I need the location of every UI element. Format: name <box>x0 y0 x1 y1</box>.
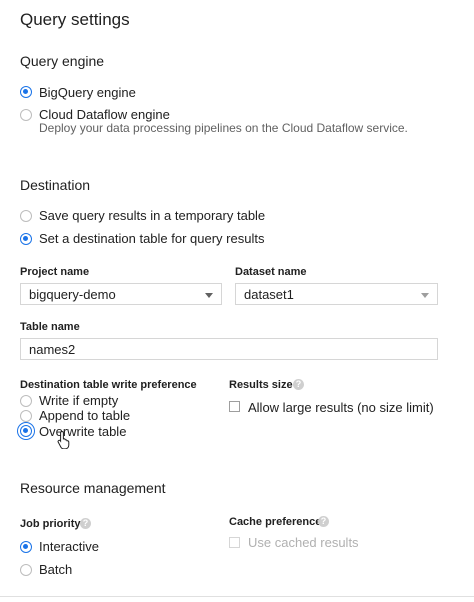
dataflow-engine-description: Deploy your data processing pipelines on… <box>39 121 408 135</box>
cache-preference-label: Cache preference <box>229 516 322 528</box>
interactive-label[interactable]: Interactive <box>39 539 99 554</box>
job-priority-label: Job priority <box>20 518 81 530</box>
project-name-value: bigquery-demo <box>29 287 116 302</box>
allow-large-results-label[interactable]: Allow large results (no size limit) <box>248 400 434 415</box>
write-if-empty-radio[interactable] <box>20 395 32 407</box>
bigquery-engine-radio[interactable] <box>20 86 32 98</box>
destination-heading: Destination <box>20 177 91 193</box>
use-cached-results-label: Use cached results <box>248 535 359 550</box>
project-name-select[interactable]: bigquery-demo <box>20 283 222 305</box>
query-engine-heading: Query engine <box>20 53 105 69</box>
dataset-name-value: dataset1 <box>244 287 294 302</box>
page-title: Query settings <box>20 10 130 29</box>
table-name-value: names2 <box>29 342 76 357</box>
temporary-table-label[interactable]: Save query results in a temporary table <box>39 208 265 223</box>
hand-cursor-icon <box>57 430 70 449</box>
destination-table-label[interactable]: Set a destination table for query result… <box>39 231 264 246</box>
dataflow-engine-label[interactable]: Cloud Dataflow engine <box>39 107 170 122</box>
dataflow-engine-radio[interactable] <box>20 109 32 121</box>
help-icon[interactable]: ? <box>80 518 91 529</box>
help-icon[interactable]: ? <box>293 379 304 390</box>
use-cached-results-checkbox[interactable] <box>229 537 240 548</box>
temporary-table-radio[interactable] <box>20 210 32 222</box>
batch-radio[interactable] <box>20 564 32 576</box>
interactive-radio[interactable] <box>20 541 32 553</box>
append-to-table-radio[interactable] <box>20 410 32 422</box>
table-name-label: Table name <box>20 321 80 333</box>
allow-large-results-checkbox[interactable] <box>229 401 240 412</box>
results-size-label: Results size <box>229 379 293 391</box>
resource-management-heading: Resource management <box>20 480 166 496</box>
help-icon[interactable]: ? <box>318 516 329 527</box>
overwrite-table-radio[interactable] <box>20 425 32 437</box>
chevron-down-icon <box>421 293 429 298</box>
bottom-divider <box>0 596 474 597</box>
dataset-name-label: Dataset name <box>235 266 307 278</box>
table-name-input[interactable]: names2 <box>20 338 438 360</box>
project-name-label: Project name <box>20 266 90 278</box>
destination-table-radio[interactable] <box>20 233 32 245</box>
append-to-table-label[interactable]: Append to table <box>39 408 130 423</box>
dataset-name-select[interactable]: dataset1 <box>235 283 438 305</box>
batch-label[interactable]: Batch <box>39 562 72 577</box>
bigquery-engine-label[interactable]: BigQuery engine <box>39 85 136 100</box>
write-if-empty-label[interactable]: Write if empty <box>39 393 118 408</box>
chevron-down-icon <box>205 293 213 298</box>
overwrite-table-label[interactable]: Overwrite table <box>39 424 126 439</box>
write-preference-label: Destination table write preference <box>20 379 197 391</box>
